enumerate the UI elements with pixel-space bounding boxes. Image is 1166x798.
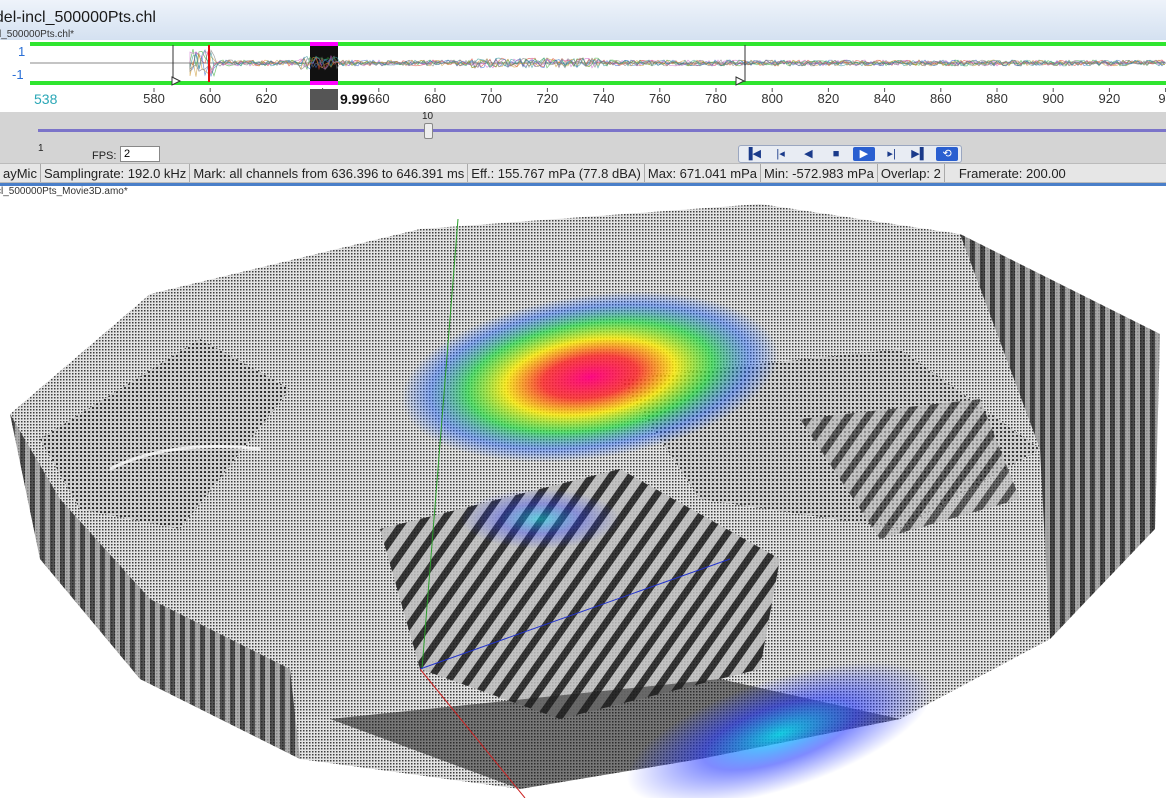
time-axis-tick-label: 900 [1042,91,1065,106]
status-samplingrate: Samplingrate: 192.0 kHz [41,164,191,182]
selection-axis-highlight [310,89,338,110]
time-axis-tick-label: 860 [929,91,952,106]
sound-reflection-center [460,489,620,549]
view3d-panel-title: cl_500000Pts_Movie3D.amo* [0,186,128,197]
time-axis-tick-label: 600 [199,91,222,106]
status-min: Min: -572.983 mPa [761,164,878,182]
time-axis-tick-label: 94 [1158,91,1166,106]
frame-slider-track[interactable] [38,129,1166,132]
time-axis-tick-label: 840 [873,91,896,106]
status-mic: ayMic [0,164,41,182]
time-axis-tick-label: 800 [761,91,784,106]
window-title: odel-incl_500000Pts.chl [0,9,156,26]
status-eff: Eff.: 155.767 mPa (77.8 dBA) [468,164,645,182]
status-mark: Mark: all channels from 636.396 to 646.3… [190,164,469,182]
time-axis-tick-label: 580 [143,91,165,106]
transport-bar: ▐◀ |◂ ◀ ■ ▶ ▸| ▶▌ ⟲ [738,145,962,163]
title-bar [0,0,1166,40]
skip-to-start-icon[interactable]: ▐◀ [742,147,764,161]
skip-to-end-icon[interactable]: ▶▌ [908,147,930,161]
panel-separator [0,183,1166,186]
amplitude-scale-bottom: -1 [12,67,24,82]
time-axis-tick-label: 720 [536,91,559,106]
frame-slider-thumb[interactable] [424,123,433,139]
amplitude-scale-top: 1 [18,44,26,59]
time-axis-tick-label: 880 [986,91,1008,106]
time-axis-start: 538 [34,91,58,107]
frame-slider-value: 10 [422,111,434,122]
fps-input[interactable] [120,146,160,162]
time-axis-tick-label: 760 [648,91,671,106]
time-axis-tick-label: 740 [592,91,615,106]
point-cloud-render[interactable] [0,199,1166,798]
time-axis-tick-label: 920 [1098,91,1121,106]
fps-label: FPS: [92,150,117,162]
cursor-readout: 9.99 [340,91,368,107]
time-axis-tick-label: 780 [705,91,727,106]
loop-icon[interactable]: ⟲ [936,147,959,161]
status-overlap: Overlap: 2 [878,164,945,182]
time-axis-tick-label: 620 [255,91,278,106]
status-bar: ayMic Samplingrate: 192.0 kHz Mark: all … [0,163,1166,183]
selection-marker-top [310,42,338,46]
time-axis-tick-label: 700 [480,91,503,106]
play-icon[interactable]: ▶ [852,147,875,161]
time-axis-tick-label: 820 [817,91,840,106]
time-axis: 5806006206406606807007207407607808008208… [30,88,1166,112]
status-framerate: Framerate: 200.00 [958,166,1066,181]
acoustic-3d-view[interactable] [0,199,1166,798]
play-backward-icon[interactable]: ◀ [797,147,819,161]
waveform-panel-title: cl_500000Pts.chl* [0,29,75,40]
step-forward-icon[interactable]: ▸| [881,147,903,161]
time-axis-tick-label: 680 [424,91,446,106]
upper-bound-line [30,42,1166,46]
frame-slider-min: 1 [38,143,44,154]
lower-bound-line [30,81,1166,85]
playback-controls-area [0,112,1166,164]
time-axis-tick-label: 660 [367,91,390,106]
stop-icon[interactable]: ■ [825,147,847,161]
selection-marker-bottom [310,81,338,85]
status-max: Max: 671.041 mPa [645,164,762,182]
step-back-icon[interactable]: |◂ [770,147,792,161]
